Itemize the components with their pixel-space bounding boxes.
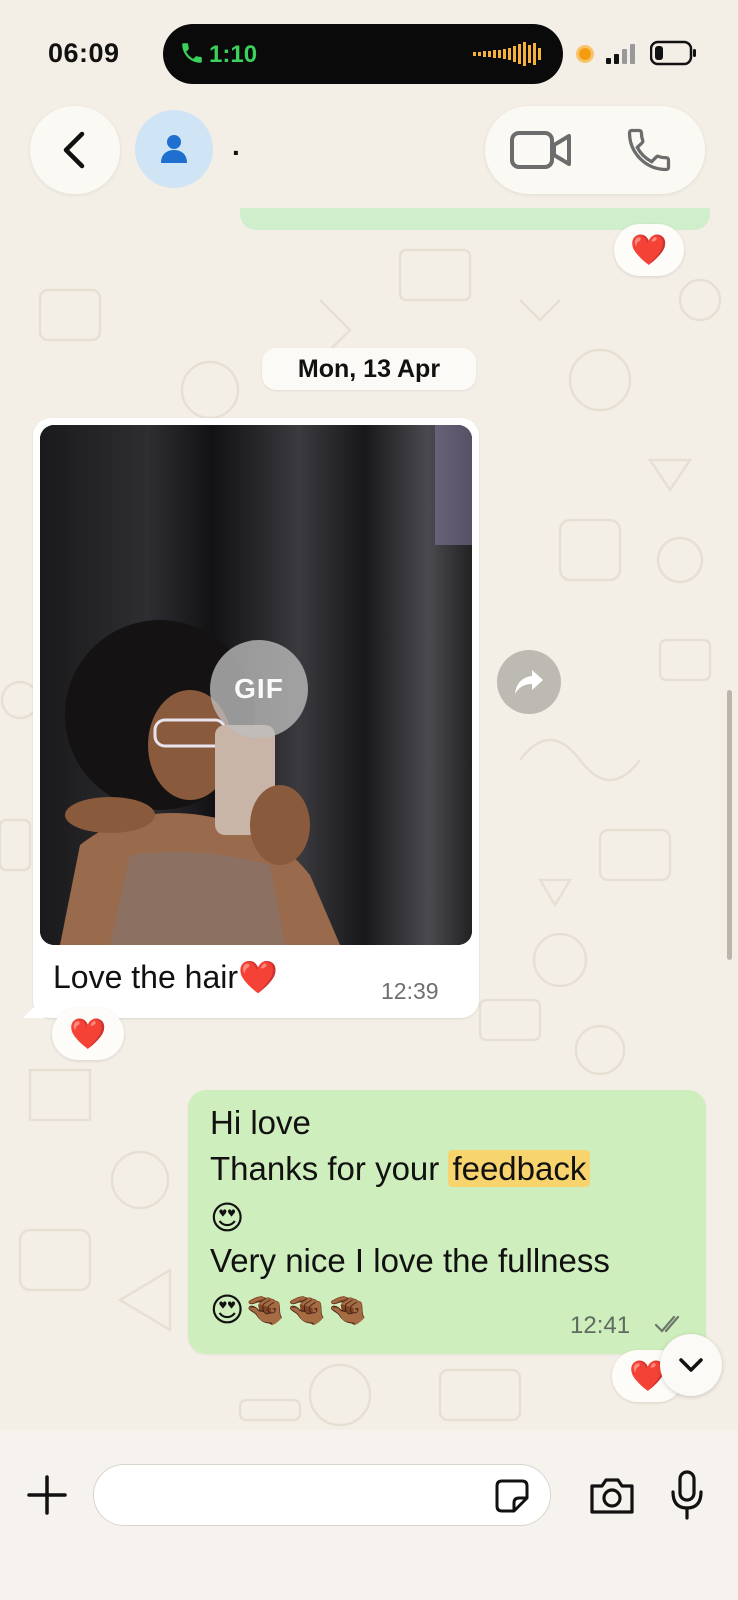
video-camera-icon[interactable] bbox=[509, 128, 573, 172]
message-reaction[interactable]: ❤️ bbox=[614, 224, 684, 276]
clock: 06:09 bbox=[48, 38, 120, 68]
reaction-emoji: ❤️ bbox=[69, 1017, 107, 1051]
scrollbar[interactable] bbox=[727, 690, 732, 960]
message-line: Thanks for your feedback bbox=[210, 1150, 591, 1188]
audio-waveform-icon bbox=[473, 42, 541, 66]
gif-media[interactable]: GIF bbox=[40, 425, 472, 945]
contact-avatar[interactable] bbox=[135, 110, 213, 188]
incoming-gif-message[interactable]: GIF Love the hair❤️ 12:39 bbox=[33, 418, 479, 1018]
signal-icon bbox=[606, 44, 635, 64]
contact-name[interactable]: . bbox=[232, 130, 240, 162]
message-emoji: 😍 bbox=[210, 1199, 245, 1236]
phone-icon bbox=[182, 43, 202, 63]
forward-arrow-icon bbox=[515, 670, 543, 694]
gif-badge[interactable]: GIF bbox=[210, 640, 308, 738]
composer-bar bbox=[0, 1430, 738, 1600]
message-input[interactable] bbox=[93, 1464, 551, 1526]
search-highlight: feedback bbox=[448, 1150, 591, 1187]
reaction-emoji: ❤️ bbox=[630, 233, 668, 267]
chevron-left-icon bbox=[63, 131, 85, 169]
chevron-down-icon bbox=[679, 1358, 703, 1372]
scroll-to-bottom-button[interactable] bbox=[660, 1334, 722, 1396]
message-caption: Love the hair❤️ bbox=[53, 959, 278, 995]
battery-icon bbox=[650, 40, 696, 66]
recording-indicator bbox=[576, 45, 594, 63]
microphone-icon[interactable] bbox=[670, 1470, 704, 1520]
double-check-icon bbox=[654, 1315, 680, 1333]
message-reaction[interactable]: ❤️ bbox=[52, 1008, 124, 1060]
forward-button[interactable] bbox=[497, 650, 561, 714]
call-duration: 1:10 bbox=[209, 41, 258, 68]
plus-icon[interactable] bbox=[26, 1474, 68, 1516]
message-time: 12:39 bbox=[381, 978, 439, 1004]
message-text: Thanks for your bbox=[210, 1150, 440, 1187]
date-separator: Mon, 13 Apr bbox=[262, 348, 476, 390]
ongoing-call-island[interactable]: 1:10 bbox=[163, 24, 563, 84]
message-line: Very nice I love the fullness bbox=[210, 1242, 610, 1279]
outgoing-message[interactable]: Hi love Thanks for your feedback 😍 Very … bbox=[188, 1090, 706, 1354]
status-bar: 06:09 1:10 bbox=[0, 0, 738, 100]
sticker-icon[interactable] bbox=[494, 1478, 530, 1514]
person-icon bbox=[161, 135, 187, 163]
call-actions bbox=[485, 106, 705, 194]
back-button[interactable] bbox=[30, 106, 120, 194]
message-emoji: 😍🤏🏾🤏🏾🤏🏾 bbox=[210, 1291, 368, 1328]
message-line: Hi love bbox=[210, 1104, 311, 1141]
message-time: 12:41 bbox=[570, 1312, 631, 1339]
camera-icon[interactable] bbox=[588, 1476, 636, 1516]
chat-header: . bbox=[0, 100, 738, 200]
phone-icon[interactable] bbox=[623, 124, 675, 176]
